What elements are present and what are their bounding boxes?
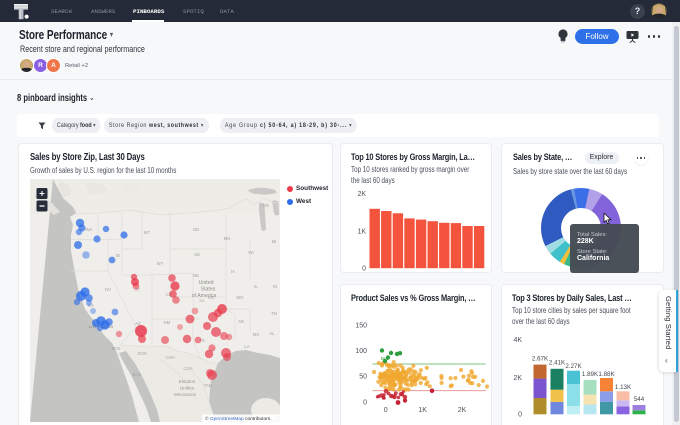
svg-text:WI: WI <box>248 250 253 255</box>
svg-text:TN: TN <box>271 311 277 316</box>
svg-text:SD: SD <box>194 252 200 257</box>
svg-text:BCS: BCS <box>133 372 142 377</box>
svg-text:0: 0 <box>518 412 522 419</box>
svg-text:ND: ND <box>193 227 199 232</box>
svg-text:MT: MT <box>144 230 151 235</box>
svg-text:ID: ID <box>116 253 120 258</box>
svg-text:States: States <box>201 287 216 293</box>
svg-text:NE: NE <box>193 273 199 278</box>
svg-text:MS: MS <box>253 332 260 337</box>
svg-text:1.88K: 1.88K <box>598 371 615 378</box>
svg-text:© OpenStreetMap contributors.: © OpenStreetMap contributors. <box>205 415 271 422</box>
svg-text:4K: 4K <box>513 337 522 344</box>
svg-text:Estados: Estados <box>179 379 196 384</box>
svg-text:MN: MN <box>224 236 231 241</box>
svg-text:Bra: Bra <box>381 356 389 361</box>
svg-text:2K: 2K <box>458 407 467 414</box>
svg-text:COA: COA <box>183 366 192 371</box>
svg-text:1K: 1K <box>418 407 427 414</box>
svg-text:AL: AL <box>269 331 275 336</box>
svg-text:0: 0 <box>384 407 388 414</box>
svg-text:150: 150 <box>355 322 367 329</box>
svg-text:CHH: CHH <box>165 355 174 360</box>
svg-text:2.41K: 2.41K <box>549 360 566 367</box>
svg-text:1K: 1K <box>357 228 366 235</box>
svg-text:United: United <box>199 280 214 286</box>
svg-text:LA: LA <box>244 344 249 349</box>
svg-text:2.67K: 2.67K <box>532 356 549 363</box>
svg-text:AR: AR <box>238 319 244 324</box>
svg-text:SON: SON <box>137 351 146 356</box>
svg-text:Unidos: Unidos <box>180 386 195 391</box>
svg-text:BCN: BCN <box>111 346 120 351</box>
svg-text:WA: WA <box>86 227 93 232</box>
svg-text:MO: MO <box>237 295 245 300</box>
svg-text:0: 0 <box>363 399 367 406</box>
svg-text:NV: NV <box>105 287 111 292</box>
svg-text:KS: KS <box>199 299 205 303</box>
svg-text:544: 544 <box>634 396 645 403</box>
svg-text:2K: 2K <box>513 375 522 382</box>
svg-text:Mexicanos: Mexicanos <box>174 392 197 397</box>
svg-text:100: 100 <box>355 348 367 355</box>
svg-text:2.27K: 2.27K <box>565 363 582 370</box>
svg-text:1.89K: 1.89K <box>582 371 599 378</box>
svg-text:ON: ON <box>263 203 269 208</box>
svg-text:TAM: TAM <box>204 383 213 388</box>
svg-text:IN: IN <box>273 284 277 289</box>
svg-text:1.13K: 1.13K <box>615 384 632 391</box>
svg-text:IL: IL <box>254 284 258 289</box>
svg-text:NM: NM <box>164 320 171 325</box>
svg-text:0: 0 <box>362 266 366 273</box>
svg-text:IA: IA <box>231 269 235 274</box>
svg-text:MI: MI <box>272 239 277 244</box>
svg-text:WY: WY <box>157 261 164 266</box>
svg-text:2K: 2K <box>357 191 366 198</box>
svg-text:50: 50 <box>359 373 367 380</box>
